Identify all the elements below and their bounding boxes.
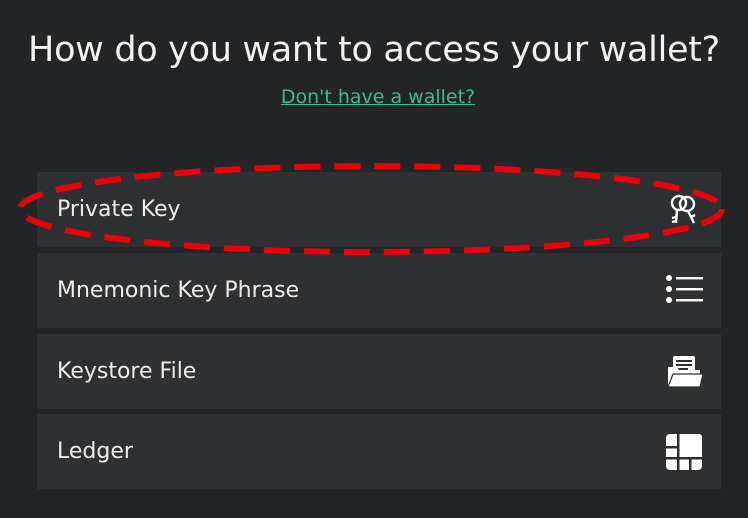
option-label: Mnemonic Key Phrase <box>57 278 300 303</box>
option-label: Keystore File <box>57 359 197 384</box>
ledger-icon <box>665 433 703 471</box>
option-private-key[interactable]: Private Key <box>37 172 721 247</box>
option-keystore-file[interactable]: Keystore File <box>37 334 721 409</box>
page-title: How do you want to access your wallet? <box>28 30 720 70</box>
option-label: Ledger <box>57 439 133 464</box>
keys-icon <box>665 191 703 229</box>
option-label: Private Key <box>57 197 181 222</box>
dont-have-wallet-link[interactable]: Don't have a wallet? <box>0 85 748 109</box>
option-ledger[interactable]: Ledger <box>37 414 721 489</box>
list-icon <box>665 272 703 310</box>
option-mnemonic-key-phrase[interactable]: Mnemonic Key Phrase <box>37 253 721 328</box>
folder-file-icon <box>665 353 703 391</box>
access-wallet-page: How do you want to access your wallet? D… <box>0 0 748 518</box>
